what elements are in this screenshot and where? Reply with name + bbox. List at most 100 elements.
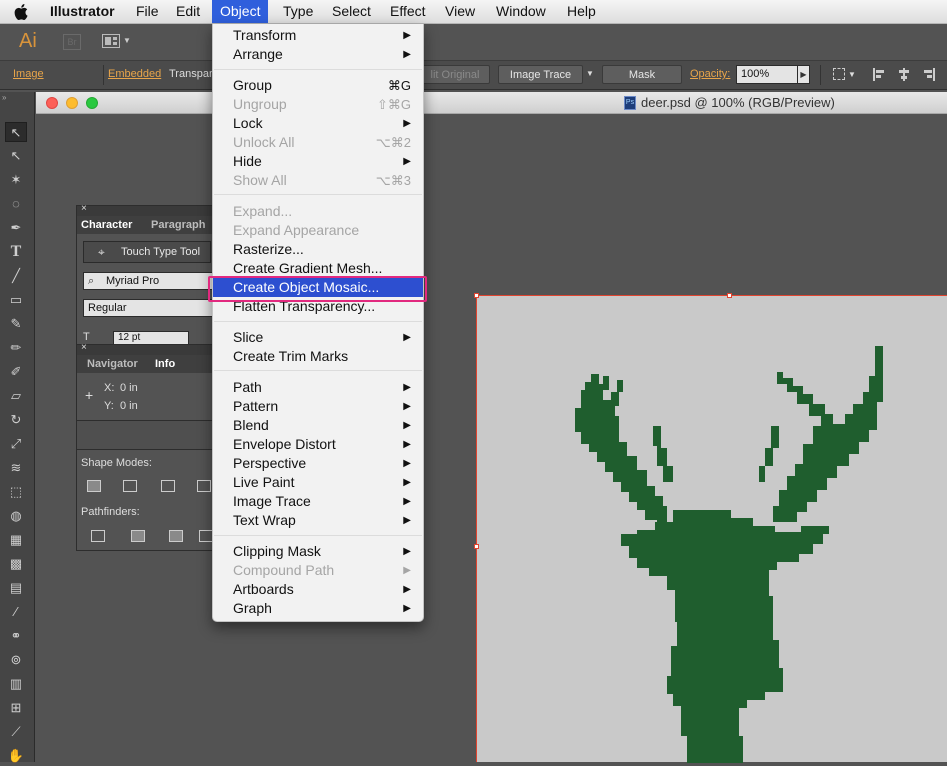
hand-tool-icon[interactable]: ✋ [5,746,27,766]
font-size-input[interactable]: 12 pt [113,331,189,345]
embedded-link[interactable]: Embedded [108,68,161,80]
mask-button[interactable]: Mask [602,65,682,84]
menu-window[interactable]: Window [488,0,554,23]
menu-edit[interactable]: Edit [168,0,208,23]
chevron-down-icon[interactable]: ▼ [848,70,856,79]
menu-item-ungroup[interactable]: Ungroup ⇧⌘G [213,95,423,114]
menu-item-image-trace[interactable]: Image Trace ▶ [213,492,423,511]
menu-item-slice[interactable]: Slice ▶ [213,328,423,347]
tab-character[interactable]: Character [81,219,132,231]
rectangle-tool-icon[interactable]: ▭ [5,290,27,310]
menu-item-compound-path[interactable]: Compound Path ▶ [213,561,423,580]
lasso-tool-icon[interactable]: ◌ [5,194,27,214]
transform-icon[interactable] [833,68,845,80]
close-window-button[interactable] [46,97,58,109]
intersect-icon[interactable] [161,480,175,492]
menu-item-perspective[interactable]: Perspective ▶ [213,454,423,473]
selection-tool-icon[interactable]: ↖ [5,122,27,142]
perspective-grid-tool-icon[interactable]: ▦ [5,530,27,550]
menu-item-transform[interactable]: Transform ▶ [213,26,423,45]
menu-item-unlock-all[interactable]: Unlock All ⌥⌘2 [213,133,423,152]
menu-item-pattern[interactable]: Pattern ▶ [213,397,423,416]
menu-item-blend[interactable]: Blend ▶ [213,416,423,435]
mesh-tool-icon[interactable]: ▩ [5,554,27,574]
collapse-icon[interactable]: » [2,93,6,102]
column-graph-tool-icon[interactable]: ▥ [5,674,27,694]
direct-selection-tool-icon[interactable]: ↖ [5,146,27,166]
chevron-down-icon[interactable]: ▼ [123,36,131,45]
shape-builder-tool-icon[interactable]: ◍ [5,506,27,526]
bridge-button[interactable]: Br [63,34,81,50]
chevron-down-icon[interactable]: ▼ [586,69,594,78]
menu-item-group[interactable]: Group ⌘G [213,76,423,95]
menu-item-expand-appearance[interactable]: Expand Appearance [213,221,423,240]
menu-item-graph[interactable]: Graph ▶ [213,599,423,618]
rotate-tool-icon[interactable]: ↻ [5,410,27,430]
line-tool-icon[interactable]: ╱ [5,266,27,286]
tab-info[interactable]: Info [155,358,175,370]
blob-brush-tool-icon[interactable]: ✐ [5,362,27,382]
eraser-tool-icon[interactable]: ▱ [5,386,27,406]
gradient-tool-icon[interactable]: ▤ [5,578,27,598]
width-tool-icon[interactable]: ≋ [5,458,27,478]
menu-select[interactable]: Select [324,0,379,23]
type-tool-icon[interactable]: T [5,242,27,262]
close-panel-icon[interactable]: × [81,203,87,214]
opacity-arrow-icon[interactable]: ▶ [797,65,810,84]
menu-item-text-wrap[interactable]: Text Wrap ▶ [213,511,423,530]
pen-tool-icon[interactable]: ✒ [5,218,27,238]
touch-type-tool-button[interactable]: ⌖ Touch Type Tool [83,241,211,263]
align-right-icon[interactable] [923,68,935,81]
opacity-input[interactable]: 100% [736,65,798,84]
magic-wand-tool-icon[interactable]: ✶ [5,170,27,190]
scale-tool-icon[interactable]: ⤢ [5,434,27,454]
trim-icon[interactable] [131,530,145,542]
artboard-tool-icon[interactable]: ⊞ [5,698,27,718]
menu-illustrator[interactable]: Illustrator [42,0,123,23]
align-center-icon[interactable] [898,68,910,81]
menu-item-create-trim-marks[interactable]: Create Trim Marks [213,347,423,366]
menu-object[interactable]: Object [212,0,269,23]
image-trace-button[interactable]: Image Trace [498,65,583,84]
symbol-sprayer-tool-icon[interactable]: ⊚ [5,650,27,670]
tab-paragraph[interactable]: Paragraph [151,219,205,231]
tab-navigator[interactable]: Navigator [87,358,138,370]
divide-icon[interactable] [91,530,105,542]
edit-original-button[interactable]: lit Original [420,65,490,84]
menu-file[interactable]: File [128,0,167,23]
free-transform-tool-icon[interactable]: ⬚ [5,482,27,502]
menu-item-hide[interactable]: Hide ▶ [213,152,423,171]
align-left-icon[interactable] [873,68,885,81]
menu-item-artboards[interactable]: Artboards ▶ [213,580,423,599]
slice-tool-icon[interactable]: ⟋ [5,722,27,742]
menu-item-show-all[interactable]: Show All ⌥⌘3 [213,171,423,190]
opacity-label[interactable]: Opacity: [690,68,730,80]
exclude-icon[interactable] [197,480,211,492]
menu-item-lock[interactable]: Lock ▶ [213,114,423,133]
artboard[interactable] [474,293,947,763]
menu-item-live-paint[interactable]: Live Paint ▶ [213,473,423,492]
eyedropper-tool-icon[interactable]: ⁄ [5,602,27,622]
unite-icon[interactable] [87,480,101,492]
crop-icon[interactable] [199,530,213,542]
apple-menu-icon[interactable] [6,0,36,23]
menu-view[interactable]: View [437,0,483,23]
close-panel-icon[interactable]: × [81,342,87,353]
menu-type[interactable]: Type [275,0,321,23]
minus-front-icon[interactable] [123,480,137,492]
menu-item-envelope-distort[interactable]: Envelope Distort ▶ [213,435,423,454]
menu-item-path[interactable]: Path ▶ [213,378,423,397]
blend-tool-icon[interactable]: ⚭ [5,626,27,646]
menu-item-arrange[interactable]: Arrange ▶ [213,45,423,64]
image-link[interactable]: Image [13,68,44,80]
minimize-window-button[interactable] [66,97,78,109]
menu-item-rasterize[interactable]: Rasterize... [213,240,423,259]
menu-item-expand[interactable]: Expand... [213,202,423,221]
pencil-tool-icon[interactable]: ✏ [5,338,27,358]
paintbrush-tool-icon[interactable]: ✎ [5,314,27,334]
font-style-select[interactable]: Regular [83,299,217,317]
menu-effect[interactable]: Effect [382,0,434,23]
menu-help[interactable]: Help [559,0,604,23]
arrange-documents-icon[interactable] [102,34,120,48]
font-family-input[interactable]: ⌕ Myriad Pro [83,272,217,290]
